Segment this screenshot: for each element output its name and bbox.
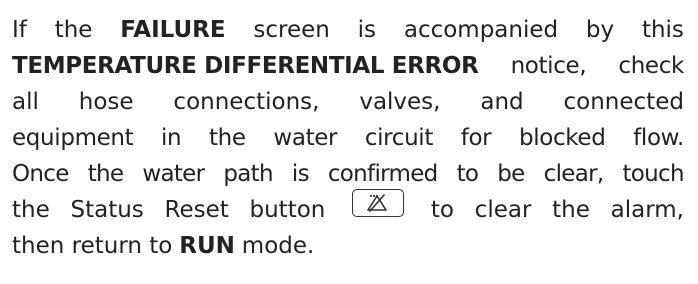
line-2: TEMPERATURE DIFFERENTIAL ERROR notice, c… xyxy=(12,48,684,84)
word: clear xyxy=(474,197,532,223)
word: water xyxy=(142,161,205,187)
word: is xyxy=(357,17,377,43)
line-3: all hose connections, valves, and connec… xyxy=(12,84,684,120)
word: valves, xyxy=(359,89,441,115)
word: blocked xyxy=(518,125,606,151)
word: check xyxy=(618,53,684,79)
word: in xyxy=(161,125,182,151)
word: clear, xyxy=(543,161,605,187)
word: and xyxy=(480,89,524,115)
line-5: Once the water path is confirmed to be c… xyxy=(12,156,685,192)
word: is xyxy=(291,161,310,187)
line-6: the Status Reset button to clear the ala… xyxy=(12,189,684,228)
word: the xyxy=(54,17,93,43)
line-1: If the FAILURE screen is accompanied by … xyxy=(12,12,684,48)
word: mode. xyxy=(241,233,315,259)
error-name: TEMPERATURE DIFFERENTIAL ERROR xyxy=(12,53,479,79)
word: the xyxy=(12,197,50,223)
word: hose xyxy=(78,89,134,115)
word: water xyxy=(273,125,338,151)
word: be xyxy=(497,161,525,187)
word: to xyxy=(456,161,479,187)
word: Status xyxy=(70,197,144,223)
word: to xyxy=(430,197,454,223)
word: touch xyxy=(622,161,684,187)
word: flow. xyxy=(633,125,684,151)
word: screen xyxy=(253,17,330,43)
status-reset-glyph xyxy=(367,194,387,212)
word: for xyxy=(460,125,492,151)
notice-paragraph: If the FAILURE screen is accompanied by … xyxy=(0,0,698,284)
word: the xyxy=(552,197,590,223)
word: all xyxy=(12,89,39,115)
word: equipment xyxy=(12,125,134,151)
word: by xyxy=(585,17,615,43)
word: connections, xyxy=(173,89,320,115)
word: connected xyxy=(563,89,684,115)
word: Reset xyxy=(164,197,229,223)
run-mode-term: RUN xyxy=(179,233,235,259)
word: this xyxy=(641,17,684,43)
word: the xyxy=(208,125,246,151)
failure-screen-term: FAILURE xyxy=(120,17,226,43)
word: If xyxy=(12,17,27,43)
line-7: then return to RUN mode. xyxy=(12,228,684,264)
word: notice, xyxy=(510,53,587,79)
word: the xyxy=(87,161,124,187)
word: button xyxy=(249,197,326,223)
word: then return to xyxy=(12,233,173,259)
word: confirmed xyxy=(327,161,438,187)
line-4: equipment in the water circuit for block… xyxy=(12,120,684,156)
status-reset-icon xyxy=(352,189,405,217)
word: path xyxy=(223,161,273,187)
word: circuit xyxy=(364,125,434,151)
word: accompanied xyxy=(403,17,559,43)
word: alarm, xyxy=(610,197,684,223)
word: Once xyxy=(12,161,69,187)
